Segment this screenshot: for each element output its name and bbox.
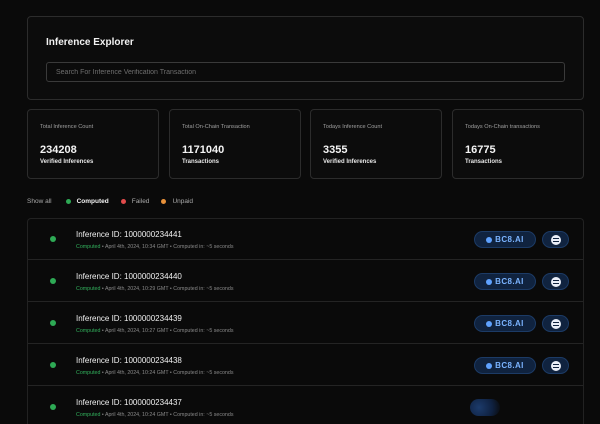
stat-card-today-onchain: Todays On-Chain transactions 16775 Trans… — [452, 109, 584, 179]
meta-text: • April 4th, 2024, 10:34 GMT • Computed … — [100, 244, 234, 250]
filter-failed[interactable]: Failed — [120, 197, 150, 205]
status-text: Computed — [76, 286, 101, 292]
meta-text: • April 4th, 2024, 10:29 GMT • Computed … — [100, 286, 234, 292]
search-input[interactable] — [46, 62, 565, 82]
stat-card-total-inference: Total Inference Count 234208 Verified In… — [27, 109, 159, 179]
status-text: Computed — [76, 328, 101, 334]
chain-badge-button[interactable]: BC8.AI — [474, 273, 536, 290]
stat-value: 3355 — [323, 144, 348, 156]
unpaid-dot-icon — [161, 198, 167, 204]
stat-card-total-onchain: Total On-Chain Transaction 1171040 Trans… — [169, 109, 301, 179]
filter-label: Computed — [76, 197, 109, 205]
list-item[interactable]: Inference ID: 1000000234439 Computed • A… — [28, 303, 583, 344]
list-item[interactable]: Inference ID: 1000000234438 Computed • A… — [28, 345, 583, 386]
menu-button[interactable] — [542, 231, 569, 248]
stat-label: Total Inference Count — [40, 124, 94, 130]
status-dot-icon — [50, 278, 56, 284]
failed-dot-icon — [120, 198, 126, 204]
computed-dot-icon — [65, 198, 71, 204]
list-menu-icon — [550, 360, 561, 371]
filter-label: Unpaid — [172, 197, 194, 205]
status-filters: Show all Computed Failed Unpaid — [27, 196, 205, 206]
coin-icon — [486, 320, 493, 327]
list-item[interactable]: Inference ID: 1000000234437 Computed • A… — [28, 387, 583, 424]
filter-unpaid[interactable]: Unpaid — [161, 198, 193, 205]
list-menu-icon — [550, 318, 561, 329]
chain-badge-button[interactable]: BC8.AI — [474, 357, 536, 374]
status-dot-icon — [50, 236, 56, 242]
status-text: Computed — [76, 412, 101, 418]
inference-id: Inference ID: 1000000234437 — [76, 398, 182, 407]
stat-label: Todays On-Chain transactions — [465, 124, 540, 130]
inference-meta: Computed • April 4th, 2024, 10:24 GMT • … — [76, 370, 233, 376]
coin-icon — [486, 278, 493, 285]
page-title: Inference Explorer — [46, 37, 134, 48]
meta-text: • April 4th, 2024, 10:24 GMT • Computed … — [100, 370, 234, 376]
inference-id: Inference ID: 1000000234439 — [76, 314, 182, 323]
status-dot-icon — [50, 362, 56, 368]
menu-button[interactable] — [542, 273, 569, 290]
filter-label: Failed — [131, 197, 150, 205]
coin-icon — [486, 362, 493, 369]
list-item[interactable]: Inference ID: 1000000234441 Computed • A… — [28, 219, 583, 260]
stat-value: 1171040 — [182, 144, 225, 156]
chain-badge-button[interactable]: BC8.AI — [474, 231, 536, 248]
list-item[interactable]: Inference ID: 1000000234440 Computed • A… — [28, 261, 583, 302]
inference-meta: Computed • April 4th, 2024, 10:24 GMT • … — [76, 412, 233, 418]
chain-label: BC8.AI — [495, 277, 524, 286]
status-text: Computed — [76, 244, 101, 250]
inference-id: Inference ID: 1000000234441 — [76, 230, 182, 239]
inference-list: Inference ID: 1000000234441 Computed • A… — [27, 218, 584, 424]
chain-badge-loading[interactable] — [470, 399, 500, 416]
stat-value: 234208 — [40, 144, 77, 156]
chain-label: BC8.AI — [495, 319, 524, 328]
status-text: Computed — [76, 370, 101, 376]
list-menu-icon — [550, 276, 561, 287]
menu-button[interactable] — [542, 315, 569, 332]
chain-badge-button[interactable]: BC8.AI — [474, 315, 536, 332]
stat-label: Todays Inference Count — [323, 124, 383, 130]
inference-meta: Computed • April 4th, 2024, 10:27 GMT • … — [76, 328, 233, 334]
inference-meta: Computed • April 4th, 2024, 10:29 GMT • … — [76, 286, 233, 292]
status-dot-icon — [50, 404, 56, 410]
inference-explorer-panel: Inference Explorer — [27, 16, 584, 100]
meta-text: • April 4th, 2024, 10:24 GMT • Computed … — [100, 412, 234, 418]
stat-sub: Transactions — [182, 159, 220, 165]
status-dot-icon — [50, 320, 56, 326]
coin-icon — [486, 236, 493, 243]
chain-label: BC8.AI — [495, 361, 524, 370]
stat-value: 16775 — [465, 144, 496, 156]
meta-text: • April 4th, 2024, 10:27 GMT • Computed … — [100, 328, 234, 334]
stat-sub: Verified Inferences — [40, 159, 94, 165]
inference-id: Inference ID: 1000000234438 — [76, 356, 182, 365]
list-menu-icon — [550, 234, 561, 245]
stat-sub: Transactions — [465, 159, 503, 165]
stat-card-today-inference: Todays Inference Count 3355 Verified Inf… — [310, 109, 442, 179]
menu-button[interactable] — [542, 357, 569, 374]
filter-computed[interactable]: Computed — [65, 197, 109, 205]
stat-label: Total On-Chain Transaction — [182, 124, 250, 130]
inference-id: Inference ID: 1000000234440 — [76, 272, 182, 281]
show-all-filter[interactable]: Show all — [27, 198, 52, 205]
chain-label: BC8.AI — [495, 235, 524, 244]
stat-sub: Verified Inferences — [323, 159, 377, 165]
inference-meta: Computed • April 4th, 2024, 10:34 GMT • … — [76, 244, 233, 250]
